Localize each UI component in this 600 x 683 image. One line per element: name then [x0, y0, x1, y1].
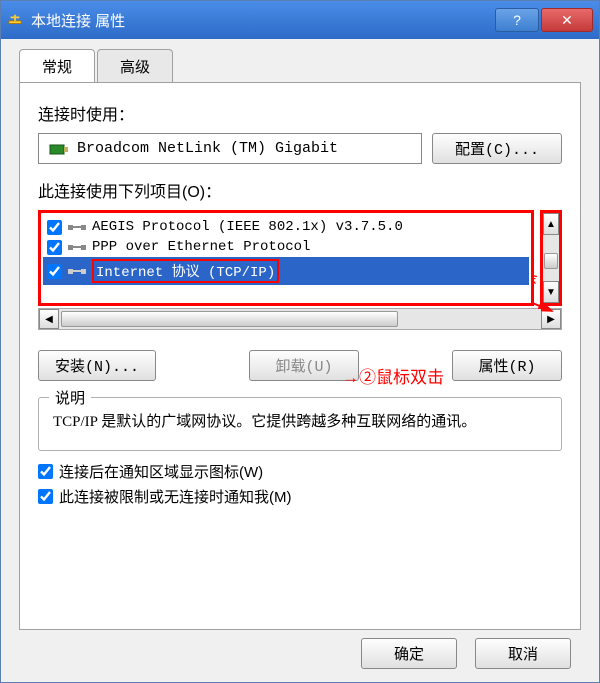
nic-icon: [49, 142, 69, 156]
protocol-icon: [68, 241, 86, 253]
protocol-icon: [68, 221, 86, 233]
adapter-name: Broadcom NetLink (TM) Gigabit: [77, 140, 338, 157]
connect-using-label: 连接时使用：: [38, 101, 562, 125]
annotation-dblclick: →②鼠标双击: [342, 363, 444, 388]
configure-button[interactable]: 配置(C)...: [432, 133, 562, 164]
item-checkbox[interactable]: [47, 264, 62, 279]
properties-dialog: 本地连接 属性 ? ✕ 常规 高级 连接时使用： Broadcom NetLin…: [0, 0, 600, 683]
cancel-button[interactable]: 取消: [475, 638, 571, 669]
description-group: 说明 TCP/IP 是默认的广域网协议。它提供跨越多种互联网络的通讯。: [38, 397, 562, 451]
window-title: 本地连接 属性: [31, 10, 495, 31]
help-button[interactable]: ?: [495, 8, 539, 32]
components-listbox[interactable]: AEGIS Protocol (IEEE 802.1x) v3.7.5.0 PP…: [38, 210, 534, 306]
protocol-icon: [68, 265, 86, 277]
scroll-track[interactable]: [543, 235, 559, 281]
scroll-thumb-h[interactable]: [61, 311, 398, 327]
tab-advanced[interactable]: 高级: [97, 49, 173, 83]
app-icon: [7, 12, 23, 28]
notify-limited-checkbox[interactable]: [38, 489, 53, 504]
scroll-up-button[interactable]: ▲: [543, 213, 559, 235]
list-item[interactable]: AEGIS Protocol (IEEE 802.1x) v3.7.5.0: [43, 217, 529, 237]
close-button[interactable]: ✕: [541, 8, 593, 32]
scroll-thumb[interactable]: [544, 253, 558, 269]
scroll-left-button[interactable]: ◀: [39, 309, 59, 329]
ok-button[interactable]: 确定: [361, 638, 457, 669]
item-label: Internet 协议 (TCP/IP): [92, 259, 279, 283]
item-checkbox[interactable]: [47, 240, 62, 255]
tab-strip: 常规 高级: [19, 49, 581, 83]
items-label: 此连接使用下列项目(O)：: [38, 178, 562, 202]
properties-button[interactable]: 属性(R): [452, 350, 562, 381]
description-label: 说明: [49, 387, 91, 408]
description-text: TCP/IP 是默认的广域网协议。它提供跨越多种互联网络的通讯。: [53, 410, 547, 434]
tab-general[interactable]: 常规: [19, 49, 95, 83]
list-item-selected[interactable]: Internet 协议 (TCP/IP): [43, 257, 529, 285]
show-icon-checkbox[interactable]: [38, 464, 53, 479]
list-item[interactable]: PPP over Ethernet Protocol: [43, 237, 529, 257]
horizontal-scrollbar[interactable]: ◀ ▶: [38, 308, 562, 330]
title-bar: 本地连接 属性 ? ✕: [1, 1, 599, 39]
show-icon-label: 连接后在通知区域显示图标(W): [59, 461, 263, 482]
adapter-field: Broadcom NetLink (TM) Gigabit: [38, 133, 422, 164]
notify-limited-label: 此连接被限制或无连接时通知我(M): [59, 486, 292, 507]
item-checkbox[interactable]: [47, 220, 62, 235]
window-controls: ? ✕: [495, 8, 593, 32]
item-label: AEGIS Protocol (IEEE 802.1x) v3.7.5.0: [92, 219, 403, 235]
tab-content: 连接时使用： Broadcom NetLink (TM) Gigabit 配置(…: [19, 82, 581, 630]
scroll-right-button[interactable]: ▶: [541, 309, 561, 329]
vertical-scrollbar[interactable]: ▲ ▼: [540, 210, 562, 306]
dialog-body: 常规 高级 连接时使用： Broadcom NetLink (TM) Gigab…: [1, 39, 599, 682]
scroll-down-button[interactable]: ▼: [543, 281, 559, 303]
scroll-track-h[interactable]: [59, 309, 541, 329]
item-label: PPP over Ethernet Protocol: [92, 239, 310, 255]
install-button[interactable]: 安装(N)...: [38, 350, 156, 381]
